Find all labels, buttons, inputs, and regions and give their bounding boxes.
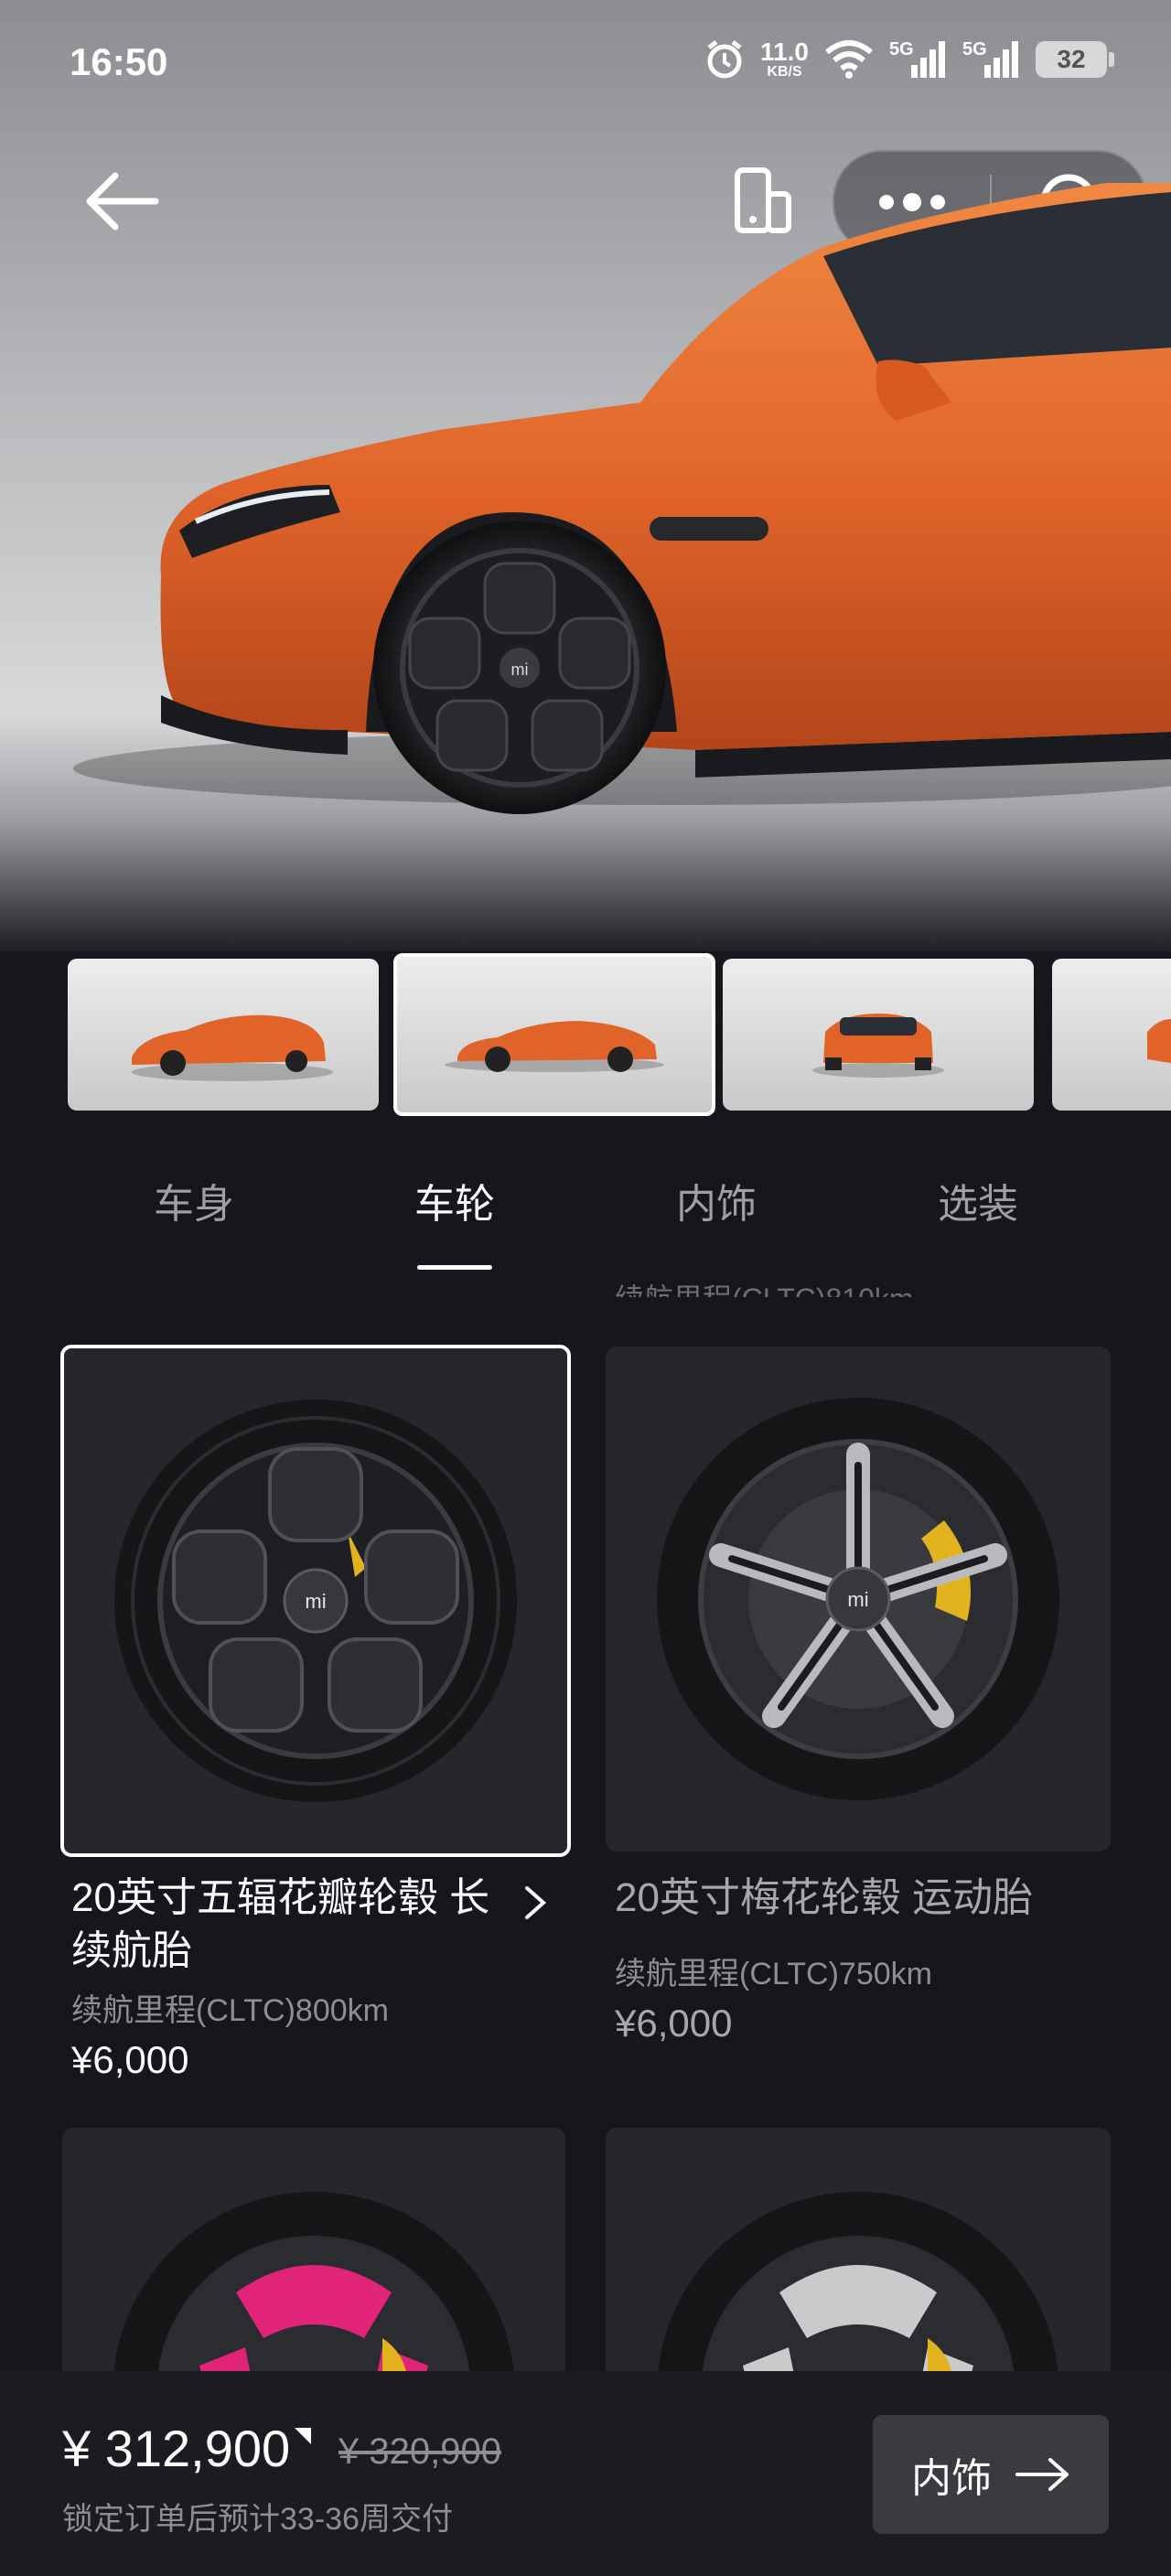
signal-5g-2: 5G [962,39,1021,80]
car-thumbnail-image [132,1014,333,1081]
wheel-petal-image: mi [114,1400,517,1802]
thumbnail-front-angle[interactable] [68,959,379,1111]
next-step-button[interactable]: 内饰 [873,2415,1109,2534]
status-icons: 11.0 KB/S 5G 5G 32 [704,38,1114,80]
original-price: ¥ 320,900 [338,2431,501,2472]
thumbnail-partial[interactable] [1052,959,1171,1111]
wheel-option-range-plum: 续航里程(CLTC)750km [615,1957,932,1991]
thumbnail-side-view[interactable] [393,953,715,1116]
wheel-option-title-line2: 续航胎 [71,1928,192,1973]
net-speed: 11.0 KB/S [760,39,809,80]
status-time: 16:50 [70,40,168,83]
bottom-price-bar: ¥ 312,900 ¥ 320,900 锁定订单后预计33-36周交付 内饰 [0,2371,1171,2576]
wheel-plum-image: mi [657,1398,1059,1800]
total-price: ¥ 312,900 [62,2420,291,2477]
wifi-icon [825,40,873,79]
wheel-option-price-petal: ¥6,000 [71,2038,189,2081]
alarm-icon [707,40,742,79]
wheel-option-card-petal[interactable]: mi [60,1345,571,1857]
signal-5g-1: 5G [889,39,948,80]
config-tabs: 车身 车轮 内饰 选装 [0,1171,1171,1281]
car-thumbnail-image [445,1021,664,1072]
tab-interior[interactable]: 内饰 [625,1171,808,1229]
wheel-option-title-line1: 20英寸五辐花瓣轮毂 长 [71,1875,490,1920]
wheel-option-card-plum[interactable]: mi [606,1347,1111,1852]
price-detail-toggle-icon[interactable] [295,2428,311,2444]
signal-icon [984,41,1018,78]
net-speed-unit: KB/S [767,64,802,80]
arrow-right-icon [1015,2458,1069,2491]
net-speed-value: 11.0 [760,38,809,66]
view-thumbnails [68,951,1171,1116]
battery-indicator: 32 [1036,41,1114,78]
wheel-option-title-petal[interactable]: 20英寸五辐花瓣轮毂 长 续航胎 [71,1872,529,1978]
tab-wheels[interactable]: 车轮 [363,1171,546,1229]
active-tab-indicator [417,1265,492,1270]
wheel-option-range-petal: 续航里程(CLTC)800km [71,1993,389,2028]
chevron-right-icon[interactable] [521,1883,549,1923]
car-thumbnail-image [812,1014,944,1078]
previous-option-range-partial: 续航里程(CLTC)810km [615,1272,914,1297]
thumbnail-rear-view[interactable] [723,959,1034,1111]
svg-text:mi: mi [305,1590,326,1613]
tab-body[interactable]: 车身 [102,1171,285,1229]
delivery-estimate: 锁定订单后预计33-36周交付 [62,2502,453,2537]
svg-text:mi: mi [511,660,529,679]
status-bar: 16:50 11.0 KB/S 5G 5G 32 [0,0,1171,128]
svg-text:mi: mi [847,1588,868,1611]
wheel-option-title-plum[interactable]: 20英寸梅花轮毂 运动胎 [615,1872,1127,1925]
tab-options[interactable]: 选装 [886,1171,1069,1229]
wheel-option-price-plum: ¥6,000 [615,2002,733,2045]
car-preview-image: mi [73,183,1171,814]
car-thumbnail-image [1147,1019,1171,1063]
signal-icon [911,41,945,78]
next-step-label: 内饰 [911,2456,992,2501]
